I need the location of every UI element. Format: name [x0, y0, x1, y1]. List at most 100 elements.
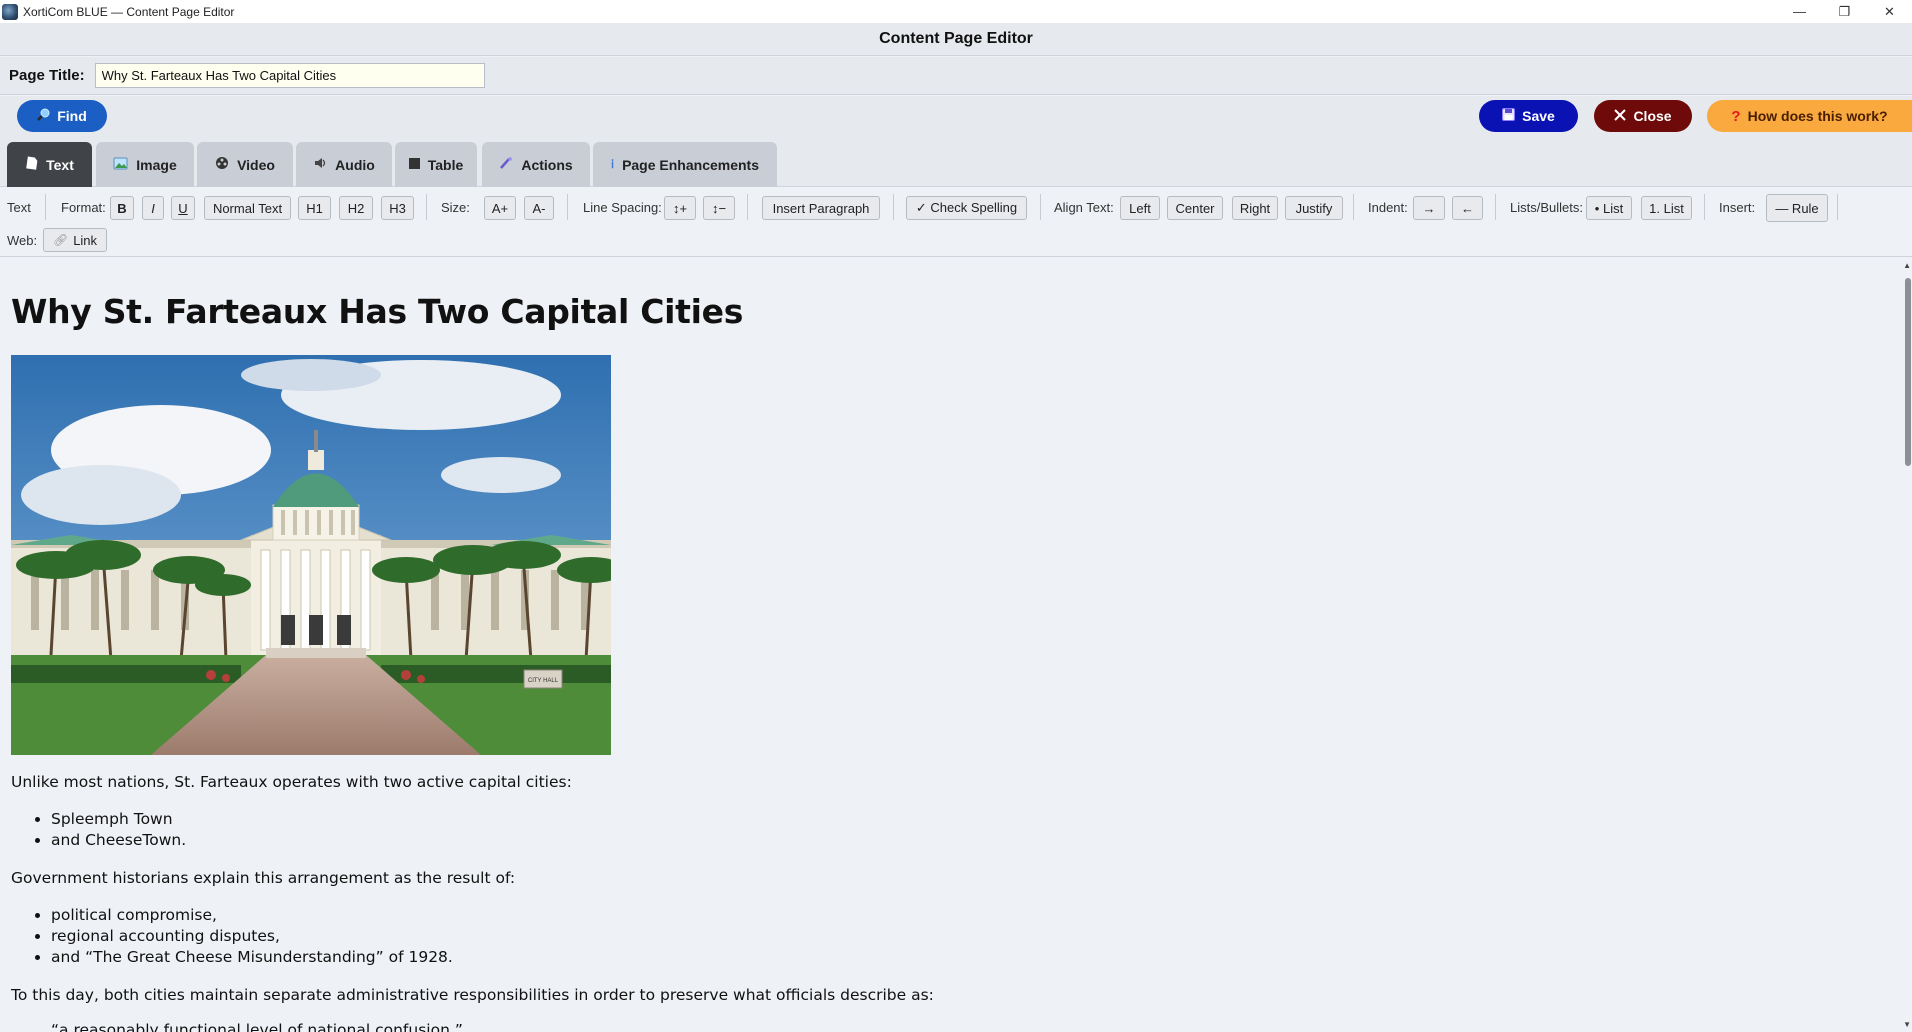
page-title-input[interactable]: [94, 63, 485, 88]
quote: “a reasonably functional level of nation…: [51, 1021, 463, 1032]
editor-content-area[interactable]: Why St. Farteaux Has Two Capital Cities: [0, 258, 1902, 1032]
toolbar-divider: [747, 194, 748, 220]
tab-page-enhancements[interactable]: ⅰ Page Enhancements: [593, 142, 777, 187]
window-title: XortiCom BLUE — Content Page Editor: [23, 4, 235, 19]
align-justify-button[interactable]: Justify: [1285, 196, 1343, 220]
page-icon: [25, 156, 38, 173]
restore-button[interactable]: ❐: [1822, 0, 1867, 23]
capitol-building-image[interactable]: CITY HALL: [11, 355, 611, 755]
scroll-down-arrow-icon[interactable]: ▼: [1903, 1020, 1911, 1029]
tab-audio[interactable]: Audio: [296, 142, 392, 187]
toolbar-divider: [45, 194, 46, 220]
normal-text-button[interactable]: Normal Text: [204, 196, 291, 220]
insert-link-button[interactable]: 🔗︎ Link: [43, 228, 107, 252]
editor-header: Content Page Editor: [0, 23, 1912, 56]
align-right-button[interactable]: Right: [1232, 196, 1278, 220]
toolbar-section-label: Text: [7, 200, 31, 215]
h3-button[interactable]: H3: [381, 196, 414, 220]
align-text-label: Align Text:: [1054, 200, 1114, 215]
page-title-label: Page Title:: [9, 67, 85, 84]
tab-label: Image: [136, 156, 177, 173]
insert-paragraph-button[interactable]: Insert Paragraph: [762, 196, 880, 220]
scroll-up-arrow-icon[interactable]: ▲: [1903, 261, 1911, 270]
save-button[interactable]: Save: [1479, 100, 1578, 132]
wand-icon: [499, 156, 513, 173]
formatting-toolbar: Text Format: B I U Normal Text H1 H2 H3 …: [0, 188, 1912, 257]
bullet-list: Spleemph Town and CheeseTown.: [51, 809, 186, 851]
audio-icon: [313, 156, 327, 173]
check-spelling-button[interactable]: ✓ Check Spelling: [906, 196, 1027, 220]
toolbar-divider: [1495, 194, 1496, 220]
insert-rule-button[interactable]: — Rule: [1766, 194, 1828, 222]
lists-bullets-label: Lists/Bullets:: [1510, 200, 1583, 215]
list-item: regional accounting disputes,: [51, 926, 453, 947]
app-logo-icon: [2, 3, 18, 20]
tab-text[interactable]: Text: [7, 142, 92, 187]
format-label: Format:: [61, 200, 106, 215]
tab-label: Audio: [335, 156, 375, 173]
line-spacing-increase-button[interactable]: ↕+: [664, 196, 696, 220]
tab-label: Text: [46, 156, 74, 173]
indent-label: Indent:: [1368, 200, 1408, 215]
toolbar-divider: [567, 194, 568, 220]
find-label: Find: [57, 108, 87, 124]
toolbar-divider: [426, 194, 427, 220]
toolbar-divider: [893, 194, 894, 220]
list-item: and CheeseTown.: [51, 830, 186, 851]
italic-button[interactable]: I: [142, 196, 164, 220]
tab-label: Actions: [521, 156, 573, 173]
h1-button[interactable]: H1: [298, 196, 331, 220]
close-label: Close: [1633, 108, 1672, 124]
paragraph: Government historians explain this arran…: [11, 869, 516, 887]
question-mark-icon: ?: [1731, 107, 1741, 125]
image-sign-text: CITY HALL: [528, 678, 559, 684]
h2-button[interactable]: H2: [339, 196, 373, 220]
image-icon: [113, 157, 128, 173]
toolbar-divider: [1040, 194, 1041, 220]
web-label: Web:: [7, 233, 38, 248]
link-label: Link: [73, 232, 98, 248]
editor-title: Content Page Editor: [879, 30, 1033, 47]
help-button[interactable]: ? How does this work?: [1707, 100, 1912, 132]
insert-label: Insert:: [1719, 200, 1756, 215]
align-center-button[interactable]: Center: [1167, 196, 1223, 220]
tab-image[interactable]: Image: [96, 142, 194, 187]
bold-button[interactable]: B: [110, 196, 134, 220]
bullet-list-button[interactable]: • List: [1586, 196, 1632, 220]
list-item: and “The Great Cheese Misunderstanding” …: [51, 947, 453, 968]
tab-video[interactable]: Video: [197, 142, 293, 187]
indent-button[interactable]: →: [1413, 196, 1445, 220]
tab-actions[interactable]: Actions: [482, 142, 590, 187]
tab-label: Page Enhancements: [622, 156, 759, 173]
size-increase-button[interactable]: A+: [484, 196, 516, 220]
help-label: How does this work?: [1747, 108, 1888, 124]
action-bar: Find Save Close ? How does this work?: [0, 96, 1912, 137]
numbered-list-button[interactable]: 1. List: [1641, 196, 1692, 220]
window-close-button[interactable]: ✕: [1867, 0, 1912, 23]
toolbar-divider: [1837, 194, 1838, 220]
underline-button[interactable]: U: [171, 196, 195, 220]
document-heading: Why St. Farteaux Has Two Capital Cities: [11, 292, 744, 331]
tab-label: Video: [237, 156, 275, 173]
size-decrease-button[interactable]: A-: [524, 196, 554, 220]
list-item: Spleemph Town: [51, 809, 186, 830]
scrollbar-thumb[interactable]: [1905, 278, 1911, 466]
page-title-row: Page Title:: [0, 57, 1912, 95]
line-spacing-label: Line Spacing:: [583, 200, 662, 215]
toolbar-divider: [1353, 194, 1354, 220]
minimize-button[interactable]: —: [1777, 0, 1822, 23]
table-icon: [408, 157, 420, 172]
tab-table[interactable]: Table: [395, 142, 477, 187]
info-icon: ⅰ: [611, 159, 615, 171]
find-button[interactable]: Find: [17, 100, 107, 132]
close-button[interactable]: Close: [1594, 100, 1692, 132]
align-left-button[interactable]: Left: [1120, 196, 1160, 220]
window-controls: — ❐ ✕: [1777, 0, 1912, 23]
save-label: Save: [1522, 108, 1555, 124]
floppy-disk-icon: [1502, 108, 1516, 124]
editor-tabs: Text Image Video Audio Table Actions ⅰ P…: [0, 137, 1912, 187]
outdent-button[interactable]: ←: [1452, 196, 1483, 220]
line-spacing-decrease-button[interactable]: ↕−: [703, 196, 735, 220]
list-item: political compromise,: [51, 905, 453, 926]
paragraph: Unlike most nations, St. Farteaux operat…: [11, 773, 572, 791]
